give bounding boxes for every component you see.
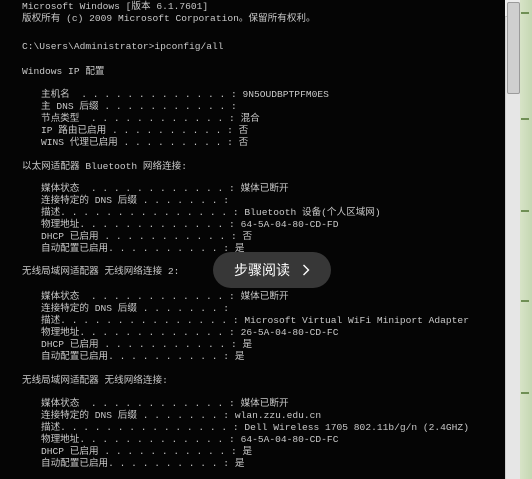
edge-mark (521, 392, 529, 394)
primary-dns-suffix-line: 主 DNS 后缀 . . . . . . . . . . . : (41, 101, 237, 112)
wlan-description-line: 描述. . . . . . . . . . . . . . . : Dell W… (41, 422, 469, 433)
step-reading-button[interactable]: 步骤阅读 (213, 252, 331, 288)
edge-mark (521, 12, 529, 14)
bt-description-line: 描述. . . . . . . . . . . . . . . : Blueto… (41, 207, 381, 218)
scroll-thumb[interactable] (507, 2, 520, 94)
node-type-line: 节点类型 . . . . . . . . . . . . : 混合 (41, 113, 260, 124)
host-name-line: 主机名 . . . . . . . . . . . . . : 9N5OUDBP… (41, 89, 329, 100)
wlan-media-state-line: 媒体状态 . . . . . . . . . . . . : 媒体已断开 (41, 398, 289, 409)
command-prompt-console[interactable]: Microsoft Windows [版本 6.1.7601] 版权所有 (c)… (0, 0, 505, 479)
wins-proxy-line: WINS 代理已启用 . . . . . . . . . : 否 (41, 137, 249, 148)
bt-physical-address-line: 物理地址. . . . . . . . . . . . . : 64-5A-04… (41, 219, 339, 230)
wlan-adapter-header: 无线局域网适配器 无线网络连接: (22, 375, 168, 386)
wlan2-media-state-line: 媒体状态 . . . . . . . . . . . . : 媒体已断开 (41, 291, 289, 302)
wlan2-physical-address-line: 物理地址. . . . . . . . . . . . . : 26-5A-04… (41, 327, 339, 338)
step-reading-label: 步骤阅读 (234, 263, 290, 279)
console-version-line: Microsoft Windows [版本 6.1.7601] (22, 1, 209, 12)
screenshot: Microsoft Windows [版本 6.1.7601] 版权所有 (c)… (0, 0, 532, 479)
bt-autoconfig-line: 自动配置已启用. . . . . . . . . . : 是 (41, 243, 245, 254)
window-edge-decoration (520, 0, 532, 479)
wlan2-description-line: 描述. . . . . . . . . . . . . . . : Micros… (41, 315, 469, 326)
chevron-right-icon (303, 264, 310, 276)
edge-mark (521, 210, 529, 212)
bluetooth-adapter-header: 以太网适配器 Bluetooth 网络连接: (22, 161, 188, 172)
ip-routing-line: IP 路由已启用 . . . . . . . . . . : 否 (41, 125, 249, 136)
wlan-physical-address-line: 物理地址. . . . . . . . . . . . . : 64-5A-04… (41, 434, 339, 445)
wlan-conn-dns-line: 连接特定的 DNS 后缀 . . . . . . . : wlan.zzu.ed… (41, 410, 322, 421)
wlan2-autoconfig-line: 自动配置已启用. . . . . . . . . . : 是 (41, 351, 245, 362)
bt-media-state-line: 媒体状态 . . . . . . . . . . . . : 媒体已断开 (41, 183, 289, 194)
bt-dhcp-line: DHCP 已启用 . . . . . . . . . . . : 否 (41, 231, 253, 242)
wlan2-dhcp-line: DHCP 已启用 . . . . . . . . . . . : 是 (41, 339, 253, 350)
wlan-autoconfig-line: 自动配置已启用. . . . . . . . . . : 是 (41, 458, 245, 469)
wlan2-conn-dns-line: 连接特定的 DNS 后缀 . . . . . . . : (41, 303, 230, 314)
edge-mark (521, 300, 529, 302)
wlan-dhcp-line: DHCP 已启用 . . . . . . . . . . . : 是 (41, 446, 253, 457)
console-prompt-line: C:\Users\Administrator>ipconfig/all (22, 41, 224, 52)
bt-conn-dns-line: 连接特定的 DNS 后缀 . . . . . . . : (41, 195, 230, 206)
wlan2-adapter-header: 无线局域网适配器 无线网络连接 2: (22, 266, 180, 277)
console-copyright-line: 版权所有 (c) 2009 Microsoft Corporation。保留所有… (22, 13, 316, 24)
windows-ip-header: Windows IP 配置 (22, 66, 105, 77)
edge-mark (521, 118, 529, 120)
